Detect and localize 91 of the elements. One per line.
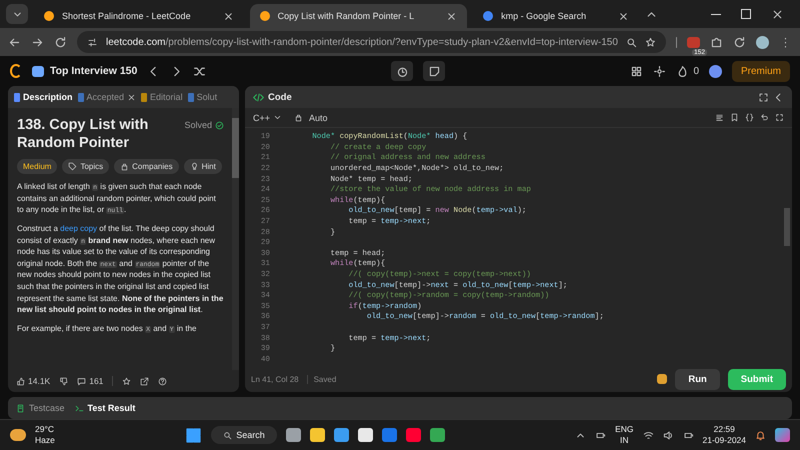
help-icon[interactable]	[158, 376, 168, 386]
scrollbar[interactable]	[232, 108, 239, 370]
input-language[interactable]: ENG	[615, 424, 634, 435]
lightbulb-icon	[190, 162, 199, 172]
study-plan-title[interactable]: Top Interview 150	[50, 65, 138, 77]
deep-copy-link[interactable]: deep copy	[60, 224, 98, 234]
streak-count: 0	[693, 66, 699, 76]
tag-icon	[68, 162, 78, 172]
problem-title: 138. Copy List with Random Pointer	[17, 116, 150, 152]
scrollbar[interactable]	[784, 208, 790, 246]
forward-icon[interactable]	[31, 36, 44, 48]
address-bar[interactable]: leetcode.com/problems/copy-list-with-random-pointer/description/?envType=study-plan-v2&envId=top-interview-150	[77, 31, 666, 53]
puzzle-icon[interactable]	[710, 36, 723, 48]
clock-date[interactable]: 21-09-2024	[702, 435, 746, 446]
clock-time[interactable]: 22:59	[714, 424, 735, 435]
alarm-icon	[396, 64, 409, 78]
notification-bell-icon[interactable]	[755, 430, 766, 440]
windows-logo-icon[interactable]	[185, 426, 202, 444]
input-region[interactable]: IN	[620, 435, 629, 446]
search-button[interactable]: Search	[211, 426, 277, 444]
search-icon	[223, 430, 232, 440]
bookmark-star-icon[interactable]	[644, 36, 656, 48]
premium-button[interactable]: Premium	[732, 60, 790, 82]
tab-list-button[interactable]	[6, 4, 28, 24]
panel-title: Code	[268, 92, 292, 102]
close-icon[interactable]	[127, 92, 136, 102]
tab-title: kmp - Google Search	[501, 11, 586, 21]
fullscreen-icon[interactable]	[758, 92, 769, 102]
console-tab[interactable]: Test Result	[88, 403, 136, 413]
comment-icon	[77, 376, 86, 386]
save-status: Saved	[306, 374, 336, 384]
panel-tab[interactable]: Solut	[188, 92, 218, 102]
restore-button[interactable]	[741, 9, 751, 19]
language-dropdown[interactable]: C++	[253, 112, 282, 122]
lock-icon	[120, 162, 130, 172]
settings-icon[interactable]	[653, 64, 666, 78]
chevron-down-icon	[273, 113, 282, 122]
checkbox-icon	[16, 404, 25, 412]
close-icon[interactable]	[771, 8, 784, 20]
tag-chip[interactable]: Topics	[62, 159, 110, 174]
notes-button[interactable]	[423, 61, 446, 81]
tag-chip[interactable]: Companies	[114, 159, 179, 174]
console-tab[interactable]: Testcase	[29, 403, 65, 413]
format-icon[interactable]	[715, 113, 724, 122]
note-icon	[428, 64, 441, 78]
lock-icon	[294, 113, 304, 122]
wifi-icon[interactable]	[642, 430, 654, 440]
run-button[interactable]: Run	[675, 368, 720, 390]
layout-icon[interactable]	[630, 64, 644, 78]
reload-icon[interactable]	[54, 36, 67, 48]
mode-label: Auto	[309, 112, 328, 122]
close-icon[interactable]	[618, 10, 630, 22]
panel-tab[interactable]: Accepted	[78, 92, 136, 102]
solved-status: Solved	[184, 120, 212, 130]
weather-condition: Haze	[35, 435, 55, 446]
thumbs-up-icon	[16, 376, 25, 386]
profile-avatar[interactable]	[756, 36, 769, 48]
bookmark-icon[interactable]	[730, 113, 739, 122]
like-button[interactable]: 14.1K	[16, 376, 50, 386]
volume-icon[interactable]	[662, 430, 674, 440]
panel-tab[interactable]: Editorial	[141, 92, 183, 102]
browser-tab[interactable]: Shortest Palindrome - LeetCode	[34, 4, 244, 28]
expand-icon[interactable]	[775, 113, 784, 122]
favorite-star-icon[interactable]	[122, 376, 132, 386]
back-icon[interactable]	[8, 36, 21, 48]
browser-tab[interactable]: Copy List with Random Pointer - L	[250, 4, 468, 28]
share-icon[interactable]	[140, 376, 150, 386]
code-icon	[253, 92, 264, 102]
close-icon[interactable]	[222, 10, 234, 22]
undo-icon[interactable]	[760, 113, 769, 122]
user-avatar[interactable]	[709, 64, 722, 78]
braces-icon[interactable]	[745, 113, 754, 122]
url-text: leetcode.com/problems/copy-list-with-random-pointer/description/?envType=study-plan-v2&envId=top-interview-150	[106, 36, 618, 48]
temperature: 29°C	[35, 424, 55, 435]
study-plan-icon	[32, 66, 44, 76]
close-icon[interactable]	[446, 10, 458, 22]
shuffle-icon[interactable]	[193, 64, 206, 78]
tab-title: Shortest Palindrome - LeetCode	[62, 11, 191, 21]
tag-chip[interactable]: Hint	[184, 159, 222, 174]
terminal-icon	[74, 404, 84, 412]
site-settings-icon[interactable]	[87, 36, 98, 48]
browser-tab[interactable]: kmp - Google Search	[473, 4, 640, 28]
panel-tab[interactable]: Description	[14, 92, 73, 102]
thumbs-down-icon[interactable]	[59, 376, 68, 386]
cursor-position: Ln 41, Col 28	[251, 374, 299, 384]
comments-button[interactable]: 161	[77, 376, 104, 386]
difficulty-badge: Medium	[17, 159, 58, 174]
zoom-icon[interactable]	[626, 36, 637, 48]
timer-button[interactable]	[391, 61, 414, 81]
tab-title: Copy List with Random Pointer - L	[278, 11, 414, 21]
refresh-icon[interactable]	[733, 36, 746, 48]
